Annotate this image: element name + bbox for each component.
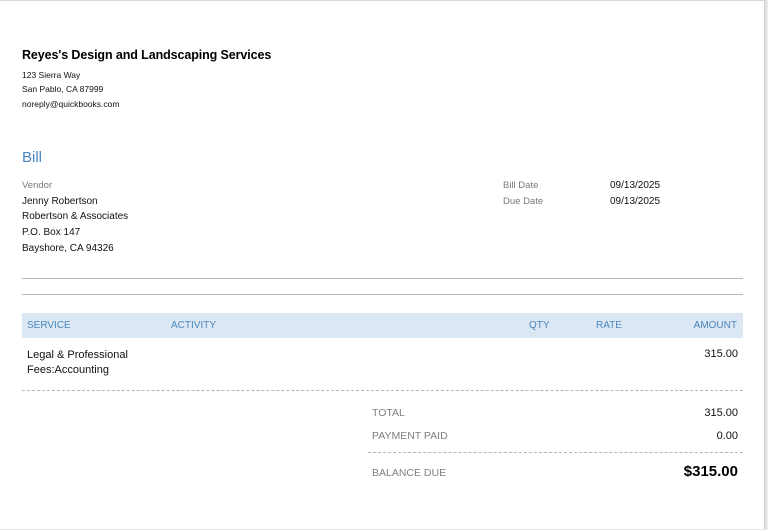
company-name: Reyes's Design and Landscaping Services — [22, 48, 272, 62]
line-item-service: Legal & Professional Fees:Accounting — [27, 349, 128, 376]
company-address-line2: San Pablo, CA 87999 — [22, 84, 104, 94]
bill-date-value: 09/13/2025 — [610, 180, 661, 191]
vendor-company: Robertson & Associates — [22, 211, 129, 222]
total-label: TOTAL — [372, 407, 405, 419]
column-header-amount: AMOUNT — [693, 320, 737, 331]
vendor-city: Bayshore, CA 94326 — [22, 243, 114, 254]
column-header-qty: QTY — [529, 320, 550, 331]
document-title: Bill — [22, 149, 43, 166]
payment-paid-label: PAYMENT PAID — [372, 430, 448, 442]
due-date-value: 09/13/2025 — [610, 196, 661, 207]
due-date-label: Due Date — [503, 196, 544, 207]
column-header-rate: RATE — [596, 320, 622, 331]
column-header-activity: ACTIVITY — [171, 320, 217, 331]
company-address-line1: 123 Sierra Way — [22, 70, 81, 80]
table-header: SERVICE ACTIVITY QTY RATE AMOUNT — [22, 313, 743, 338]
company-email: noreply@quickbooks.com — [22, 99, 120, 109]
line-item-amount: 315.00 — [704, 348, 738, 360]
bill-date-label: Bill Date — [503, 180, 539, 191]
vendor-street: P.O. Box 147 — [22, 227, 81, 238]
payment-paid-value: 0.00 — [716, 430, 738, 442]
total-value: 315.00 — [704, 407, 738, 419]
dashed-divider — [22, 390, 743, 391]
divider — [22, 278, 743, 279]
column-header-service: SERVICE — [27, 320, 71, 331]
balance-due-value: $315.00 — [683, 463, 738, 480]
balance-due-label: BALANCE DUE — [372, 467, 447, 479]
dashed-divider — [368, 452, 743, 453]
vendor-name: Jenny Robertson — [22, 196, 98, 207]
bill-page: Reyes's Design and Landscaping Services … — [0, 0, 765, 529]
vendor-label: Vendor — [22, 180, 53, 191]
divider — [22, 294, 743, 295]
